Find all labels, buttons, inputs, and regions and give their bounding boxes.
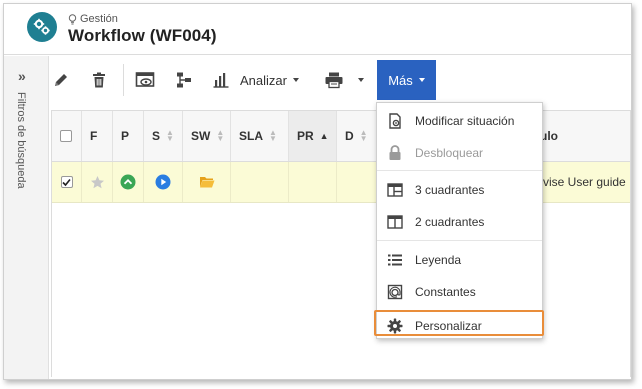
chevron-down-icon xyxy=(292,78,299,82)
pr-cell xyxy=(289,162,337,202)
menu-item-unlock[interactable]: Desbloquear xyxy=(377,137,542,169)
highlight-outline xyxy=(374,310,544,336)
subworkflow-cell[interactable] xyxy=(183,162,231,202)
trash-icon xyxy=(93,72,105,88)
row-title: vise User guide xyxy=(543,174,626,189)
menu-item-legend[interactable]: Leyenda xyxy=(377,244,542,276)
play-circle-icon xyxy=(155,174,171,190)
breadcrumb[interactable]: Gestión xyxy=(68,13,118,25)
column-label: SW xyxy=(191,129,211,143)
view-button[interactable] xyxy=(134,60,156,100)
menu-item-label: Constantes xyxy=(415,285,476,299)
menu-item-label: Desbloquear xyxy=(415,146,484,160)
column-header-sw[interactable]: SW ▲ ▼ xyxy=(183,111,231,161)
menu-item-label: Modificar situación xyxy=(415,114,515,128)
column-header-s[interactable]: S ▲ ▼ xyxy=(144,111,183,161)
row-checkbox[interactable] xyxy=(60,176,73,188)
column-header-p[interactable]: P xyxy=(113,111,144,161)
sort-icon: ▲ ▼ xyxy=(359,128,368,143)
more-menu-button[interactable]: Más xyxy=(377,60,436,100)
workflow-app-logo-icon xyxy=(27,12,57,42)
column-label: D xyxy=(345,129,354,143)
breadcrumb-label[interactable]: Gestión xyxy=(80,13,118,25)
menu-item-constants[interactable]: Constantes xyxy=(377,276,542,308)
bar-chart-icon xyxy=(213,73,229,88)
two-panes-icon xyxy=(386,213,404,231)
select-all-column[interactable] xyxy=(52,111,82,161)
column-label: PR xyxy=(297,129,314,143)
folder-open-icon[interactable] xyxy=(199,175,215,189)
priority-cell xyxy=(113,162,144,202)
column-header-d[interactable]: D ▲ ▼ xyxy=(337,111,377,161)
star-icon[interactable] xyxy=(90,175,105,190)
lightbulb-icon xyxy=(68,13,77,24)
column-label: F xyxy=(90,129,98,143)
view-window-icon xyxy=(135,72,155,87)
pencil-icon xyxy=(55,74,67,86)
edit-button[interactable] xyxy=(50,60,72,100)
toolbar-divider xyxy=(123,64,124,96)
column-header-pr[interactable]: PR ▲ xyxy=(289,111,337,161)
expand-panel-icon[interactable]: » xyxy=(18,68,26,84)
page-header: Gestión Workflow (WF004) xyxy=(4,4,631,55)
printer-icon xyxy=(325,72,343,89)
toolbar: Analizar xyxy=(46,60,626,100)
chevron-up-circle-icon xyxy=(120,174,136,190)
column-label: P xyxy=(121,129,130,143)
more-dropdown-menu: Modificar situación Desbloquear 3 cuadra… xyxy=(376,102,543,339)
chevron-down-icon xyxy=(418,78,425,82)
d-cell xyxy=(337,162,377,202)
title-cell[interactable]: vise User guide xyxy=(543,161,626,202)
search-filters-label[interactable]: Filtros de búsqueda xyxy=(15,92,27,189)
sort-icon: ▲ ▼ xyxy=(269,128,277,143)
lock-icon xyxy=(386,144,404,162)
select-all-checkbox[interactable] xyxy=(60,130,72,142)
menu-item-label: Leyenda xyxy=(415,253,462,267)
list-icon xyxy=(386,251,404,269)
checkmark-icon xyxy=(62,178,71,186)
sort-ascending-icon: ▲ xyxy=(319,131,329,141)
row-select-cell[interactable] xyxy=(52,162,82,202)
menu-divider xyxy=(377,240,542,241)
three-panes-icon xyxy=(386,181,404,199)
analyze-dropdown-button[interactable]: Analizar xyxy=(212,60,317,100)
sort-icon: ▲ ▼ xyxy=(166,128,174,143)
column-header-sla[interactable]: SLA ▲ ▼ xyxy=(231,111,289,161)
menu-item-three-panes[interactable]: 3 cuadrantes xyxy=(377,174,542,206)
chevron-down-icon xyxy=(358,78,364,82)
search-filters-panel[interactable]: » Filtros de búsqueda xyxy=(4,56,49,379)
sla-cell xyxy=(231,162,289,202)
favorite-cell[interactable] xyxy=(82,162,113,202)
menu-item-label: 3 cuadrantes xyxy=(415,183,485,197)
status-cell xyxy=(144,162,183,202)
menu-item-label: 2 cuadrantes xyxy=(415,215,485,229)
menu-item-two-panes[interactable]: 2 cuadrantes xyxy=(377,206,542,238)
page-title: Workflow (WF004) xyxy=(68,26,217,45)
column-label: S xyxy=(152,129,161,143)
analyze-label: Analizar xyxy=(240,72,287,88)
print-dropdown-button[interactable] xyxy=(324,60,370,100)
column-label: SLA xyxy=(239,129,263,143)
constants-icon xyxy=(386,283,404,301)
sort-icon: ▲ ▼ xyxy=(216,128,225,143)
delete-button[interactable] xyxy=(88,60,110,100)
workflow-diagram-button[interactable] xyxy=(173,60,195,100)
flowchart-icon xyxy=(177,72,191,88)
column-header-f[interactable]: F xyxy=(82,111,113,161)
menu-divider xyxy=(377,170,542,171)
more-label: Más xyxy=(388,72,413,88)
edit-document-icon xyxy=(386,112,404,130)
menu-item-modify-status[interactable]: Modificar situación xyxy=(377,105,542,137)
